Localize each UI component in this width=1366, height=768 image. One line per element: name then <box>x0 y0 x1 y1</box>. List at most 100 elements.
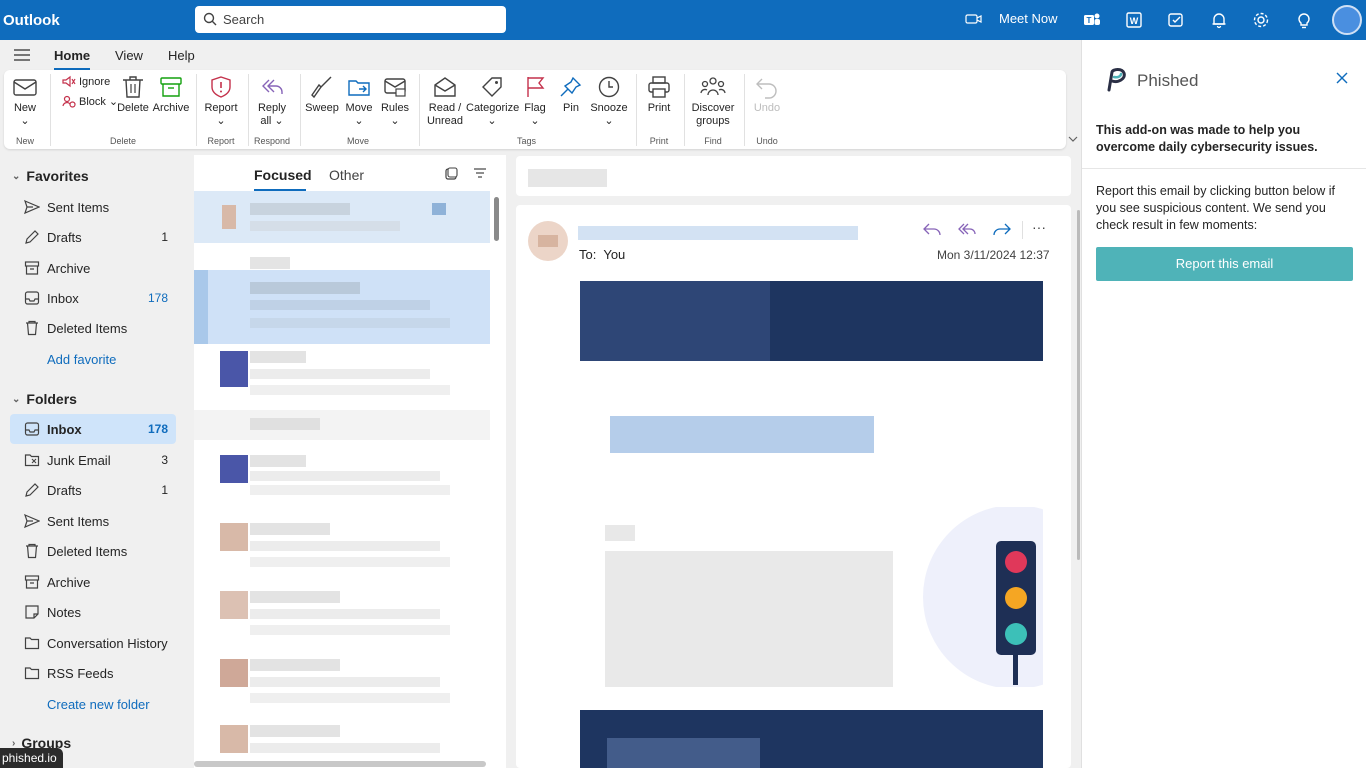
print-button[interactable]: Print <box>642 75 676 115</box>
create-folder-label: Create new folder <box>47 697 150 712</box>
list-horizontal-scrollbar[interactable] <box>194 761 486 767</box>
snooze-button[interactable]: Snooze ⌄ <box>589 75 629 128</box>
filter-icon[interactable] <box>473 167 487 179</box>
chevron-down-icon: ⌄ <box>216 115 226 127</box>
rules-button[interactable]: Rules ⌄ <box>378 75 412 128</box>
delete-button[interactable]: Delete <box>117 75 149 115</box>
blurred-subject <box>528 169 607 187</box>
folder-notes[interactable]: Notes <box>10 597 176 627</box>
folder-junk-email[interactable]: Junk Email 3 <box>10 445 176 475</box>
top-bar: Outlook Search Meet Now T W <box>0 0 1366 40</box>
blurred-text <box>250 523 330 535</box>
sweep-button[interactable]: Sweep <box>304 75 340 115</box>
create-folder-link[interactable]: Create new folder <box>10 689 176 719</box>
hamburger-menu-icon[interactable] <box>13 48 31 62</box>
favorite-archive[interactable]: Archive <box>10 253 176 283</box>
close-icon[interactable] <box>1336 72 1348 84</box>
blurred-email-button[interactable] <box>610 416 874 453</box>
reply-all-label-1: Reply <box>257 102 287 114</box>
discover-label-2: groups <box>696 115 730 127</box>
report-button[interactable]: Report ⌄ <box>202 75 240 128</box>
folder-label: Archive <box>47 575 91 590</box>
favorite-deleted-items[interactable]: Deleted Items <box>10 313 176 343</box>
app-title[interactable]: Outlook <box>3 12 60 29</box>
discover-groups-button[interactable]: Discover groups <box>690 75 736 128</box>
sender-avatar[interactable] <box>528 221 568 261</box>
reply-icon[interactable] <box>922 221 942 237</box>
move-button[interactable]: Move ⌄ <box>342 75 376 128</box>
group-label-find: Find <box>704 136 722 146</box>
ribbon-expand-chevron-icon[interactable] <box>1068 135 1078 143</box>
blurred-text <box>250 743 440 753</box>
list-item[interactable] <box>194 515 490 575</box>
read-unread-button[interactable]: Read / Unread <box>424 75 466 128</box>
tab-other[interactable]: Other <box>329 167 364 183</box>
list-item[interactable] <box>194 583 490 643</box>
block-button[interactable]: Block ⌄ <box>62 95 118 108</box>
list-item[interactable] <box>194 445 490 505</box>
snooze-label: Snooze <box>590 102 628 114</box>
blurred-text <box>250 471 440 481</box>
gear-icon[interactable] <box>1251 10 1271 30</box>
reply-all-icon[interactable] <box>957 221 977 237</box>
tab-home[interactable]: Home <box>54 48 91 70</box>
favorite-drafts[interactable]: Drafts 1 <box>10 222 176 252</box>
undo-button[interactable]: Undo <box>750 75 784 115</box>
ribbon-divider <box>684 74 685 146</box>
add-favorite-link[interactable]: Add favorite <box>10 344 176 374</box>
folders-header[interactable]: ⌄ Folders <box>12 391 77 407</box>
folder-conversation-history[interactable]: Conversation History <box>10 628 176 658</box>
group-label-move: Move <box>346 136 369 146</box>
select-mode-icon[interactable] <box>444 167 458 181</box>
list-item[interactable] <box>194 191 490 243</box>
tab-focused[interactable]: Focused <box>254 167 312 183</box>
folder-rss-feeds[interactable]: RSS Feeds <box>10 658 176 688</box>
account-avatar[interactable] <box>1332 5 1362 35</box>
blurred-text <box>250 300 430 310</box>
trash-icon <box>26 543 38 559</box>
favorite-sent-items[interactable]: Sent Items <box>10 192 176 222</box>
word-icon[interactable]: W <box>1124 10 1144 30</box>
lightbulb-icon[interactable] <box>1294 10 1314 30</box>
search-input[interactable]: Search <box>195 6 506 33</box>
folder-sent-items[interactable]: Sent Items <box>10 506 176 536</box>
action-divider <box>1022 221 1023 239</box>
to-value[interactable]: You <box>603 247 625 262</box>
chevron-down-icon: ⌄ <box>20 115 30 127</box>
folder-drafts[interactable]: Drafts 1 <box>10 475 176 505</box>
forward-icon[interactable] <box>992 221 1012 237</box>
add-favorite-label: Add favorite <box>47 352 117 367</box>
ignore-button[interactable]: Ignore <box>62 75 110 88</box>
folder-deleted-items[interactable]: Deleted Items <box>10 536 176 566</box>
archive-button[interactable]: Archive <box>152 75 190 115</box>
list-item[interactable] <box>194 347 490 407</box>
ribbon-divider <box>744 74 745 146</box>
teams-icon[interactable]: T <box>1082 10 1102 30</box>
list-scrollbar[interactable] <box>494 197 499 241</box>
pin-button[interactable]: Pin <box>556 75 586 115</box>
blurred-text <box>250 282 360 294</box>
favorites-header[interactable]: ⌄ Favorites <box>12 168 89 184</box>
ribbon-divider <box>300 74 301 146</box>
new-mail-button[interactable]: New ⌄ <box>7 75 43 128</box>
notes-feedback-icon[interactable] <box>1166 10 1186 30</box>
folder-archive[interactable]: Archive <box>10 567 176 597</box>
tab-help[interactable]: Help <box>168 48 195 63</box>
flag-button[interactable]: Flag ⌄ <box>520 75 550 128</box>
meet-now-button[interactable]: Meet Now <box>965 11 1058 26</box>
reply-all-button[interactable]: Reply all ⌄ <box>254 75 290 128</box>
favorite-inbox[interactable]: Inbox 178 <box>10 283 176 313</box>
more-actions-icon[interactable]: ··· <box>1032 219 1046 235</box>
folder-inbox[interactable]: Inbox 178 <box>10 414 176 444</box>
tab-view[interactable]: View <box>115 48 143 63</box>
list-item[interactable] <box>194 651 490 711</box>
report-email-button[interactable]: Report this email <box>1096 247 1353 281</box>
blurred-sender-name[interactable] <box>578 226 858 240</box>
bell-icon[interactable] <box>1209 10 1229 30</box>
list-item[interactable] <box>194 717 490 763</box>
reading-pane-scrollbar[interactable] <box>1077 210 1080 560</box>
list-item-selected[interactable] <box>194 270 490 344</box>
categorize-button[interactable]: Categorize ⌄ <box>466 75 519 128</box>
group-label-report: Report <box>207 136 235 146</box>
folder-label: Deleted Items <box>47 544 128 559</box>
